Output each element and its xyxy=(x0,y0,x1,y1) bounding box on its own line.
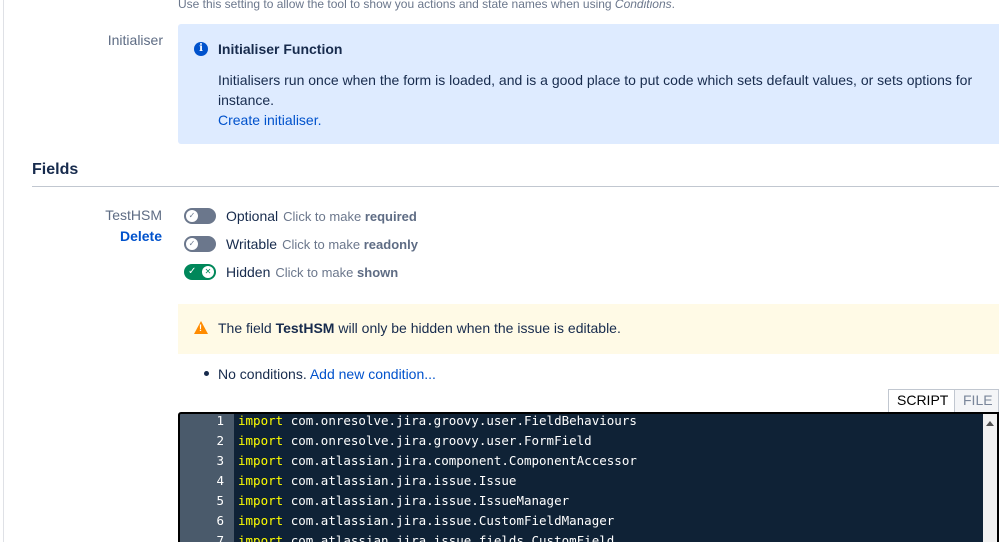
no-conditions-text: No conditions. xyxy=(218,366,307,382)
tab-file[interactable]: FILE xyxy=(954,389,999,412)
line-number: 5 xyxy=(216,493,224,508)
line-number: 6 xyxy=(216,513,224,528)
create-initialiser-link[interactable]: Create initialiser. xyxy=(218,110,988,130)
required-toggle[interactable]: ✓ xyxy=(184,208,216,224)
code-text: com.atlassian.jira.issue.IssueManager xyxy=(290,493,570,508)
code-line: 5 import com.atlassian.jira.issue.IssueM… xyxy=(180,491,980,511)
warning-field-name: TestHSM xyxy=(275,320,335,336)
shown-hint-bold: shown xyxy=(357,264,399,280)
readonly-state-label: Writable xyxy=(226,236,278,252)
close-icon: ✕ xyxy=(202,266,214,278)
check-icon: ✓ xyxy=(186,210,198,222)
readonly-hint-bold: readonly xyxy=(363,236,418,252)
code-line: 7 import com.atlassian.jira.issue.fields… xyxy=(180,531,980,542)
check-icon: ✓ xyxy=(188,266,197,277)
readonly-hint: Click to make readonly xyxy=(282,237,418,252)
line-number: 4 xyxy=(216,473,224,488)
code-line: 3 import com.atlassian.jira.component.Co… xyxy=(180,451,980,471)
warning-suffix: will only be hidden when the issue is ed… xyxy=(338,320,621,336)
code-text: com.atlassian.jira.component.ComponentAc… xyxy=(290,453,637,468)
readonly-toggle[interactable]: ✓ xyxy=(184,236,216,252)
initialiser-title: Initialiser Function xyxy=(218,41,343,57)
script-editor[interactable]: 1 import com.onresolve.jira.groovy.user.… xyxy=(178,412,999,542)
code-line: 4 import com.atlassian.jira.issue.Issue xyxy=(180,471,980,491)
check-icon: ✓ xyxy=(186,238,198,250)
code-text: com.onresolve.jira.groovy.user.FormField xyxy=(290,433,592,448)
shown-hint: Click to make shown xyxy=(275,265,398,280)
hint-suffix: . xyxy=(671,0,675,11)
warning-icon: ! xyxy=(194,321,208,334)
delete-field-link[interactable]: Delete xyxy=(120,228,162,244)
toggle-row-readonly: ✓ Writable Click to make readonly xyxy=(184,234,418,254)
keyword: import xyxy=(238,533,284,542)
code-text: com.atlassian.jira.issue.CustomFieldMana… xyxy=(290,513,615,528)
line-number: 3 xyxy=(216,453,224,468)
info-icon: i xyxy=(194,42,208,56)
code-text: com.atlassian.jira.issue.Issue xyxy=(290,473,517,488)
required-hint: Click to make required xyxy=(283,209,417,224)
hint-italic: Conditions xyxy=(614,0,672,11)
field-name: TestHSM xyxy=(105,207,162,223)
add-condition-link[interactable]: Add new condition... xyxy=(310,366,436,382)
fields-divider xyxy=(32,186,999,187)
conditions-hint: Use this setting to allow the tool to sh… xyxy=(178,0,675,11)
required-hint-prefix: Click to make xyxy=(283,208,362,224)
hidden-warning-panel: ! The field TestHSM will only be hidden … xyxy=(178,304,999,354)
hint-text: Use this setting to allow the tool to sh… xyxy=(178,0,615,11)
editor-scrollbar[interactable] xyxy=(983,414,997,542)
required-state-label: Optional xyxy=(226,208,279,224)
required-hint-bold: required xyxy=(364,208,417,224)
toggle-row-shown: ✓ ✕ Hidden Click to make shown xyxy=(184,262,398,282)
bullet xyxy=(204,370,209,376)
warning-prefix: The field xyxy=(218,320,272,336)
keyword: import xyxy=(238,433,284,448)
scroll-up-arrow-icon[interactable] xyxy=(986,421,994,426)
code-text: com.onresolve.jira.groovy.user.FieldBeha… xyxy=(290,413,637,428)
code-text: com.atlassian.jira.issue.fields.CustomFi… xyxy=(290,533,615,542)
code-line: 2 import com.onresolve.jira.groovy.user.… xyxy=(180,431,980,451)
fields-section-title: Fields xyxy=(32,161,79,178)
conditions-list-item: No conditions. Add new condition... xyxy=(204,366,436,382)
shown-hint-prefix: Click to make xyxy=(275,264,354,280)
keyword: import xyxy=(238,413,284,428)
initialiser-description: Initialisers run once when the form is l… xyxy=(218,72,973,108)
tab-script[interactable]: SCRIPT xyxy=(888,389,955,412)
keyword: import xyxy=(238,453,284,468)
keyword: import xyxy=(238,473,284,488)
initialiser-info-panel: i Initialiser Function Initialisers run … xyxy=(178,24,999,144)
initialiser-body: Initialisers run once when the form is l… xyxy=(218,70,988,130)
left-border xyxy=(3,0,4,542)
code-line: 6 import com.atlassian.jira.issue.Custom… xyxy=(180,511,980,531)
keyword: import xyxy=(238,493,284,508)
toggle-row-required: ✓ Optional Click to make required xyxy=(184,206,417,226)
initialiser-label: Initialiser xyxy=(107,32,163,48)
line-number: 7 xyxy=(216,533,224,542)
readonly-hint-prefix: Click to make xyxy=(282,236,361,252)
line-number: 1 xyxy=(216,413,224,428)
line-number: 2 xyxy=(216,433,224,448)
warning-text: The field TestHSM will only be hidden wh… xyxy=(218,320,621,336)
keyword: import xyxy=(238,513,284,528)
code-line: 1 import com.onresolve.jira.groovy.user.… xyxy=(180,413,980,431)
hidden-toggle[interactable]: ✓ ✕ xyxy=(184,264,216,280)
hidden-state-label: Hidden xyxy=(226,264,271,280)
